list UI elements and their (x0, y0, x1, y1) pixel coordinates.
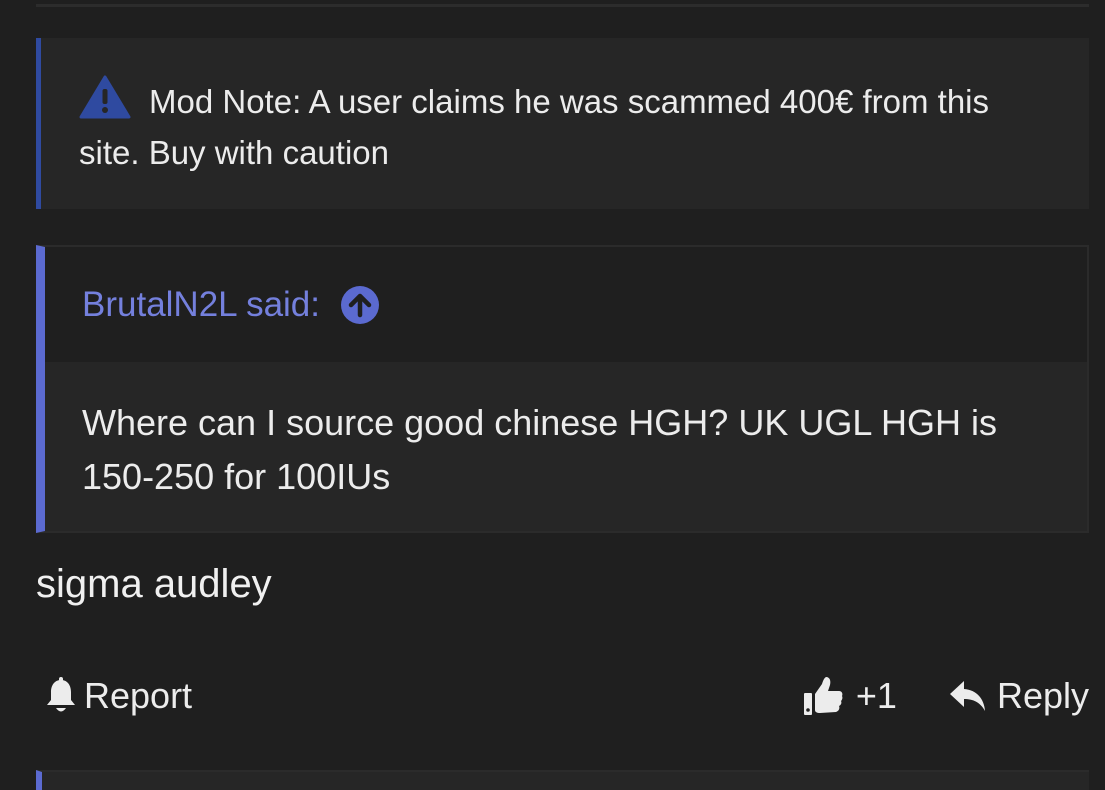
report-label: Report (84, 675, 193, 716)
next-post-preview (36, 770, 1089, 790)
arrow-up-circle-icon[interactable] (340, 285, 380, 325)
like-button[interactable]: +1 (802, 675, 897, 717)
reply-label: Reply (996, 675, 1089, 716)
reply-arrow-icon (949, 681, 985, 711)
quote-body: Where can I source good chinese HGH? UK … (82, 402, 998, 497)
divider (36, 4, 1089, 7)
mod-note-text: Mod Note: A user claims he was scammed 4… (79, 83, 990, 171)
post-body: sigma audley (36, 562, 272, 606)
quote-author[interactable]: BrutalN2L said: (82, 285, 320, 325)
warning-icon (79, 75, 131, 119)
report-button[interactable]: Report (44, 675, 192, 717)
post-actions: Report +1 Reply (44, 668, 1089, 724)
quote-header: BrutalN2L said: (45, 247, 1087, 362)
mod-note-banner: Mod Note: A user claims he was scammed 4… (36, 38, 1089, 209)
reply-button[interactable]: Reply (949, 675, 1089, 717)
like-count: +1 (855, 675, 897, 716)
quote-block: BrutalN2L said: Where can I source good … (36, 245, 1089, 533)
bell-icon (47, 677, 75, 712)
thumbs-up-icon (803, 677, 843, 715)
